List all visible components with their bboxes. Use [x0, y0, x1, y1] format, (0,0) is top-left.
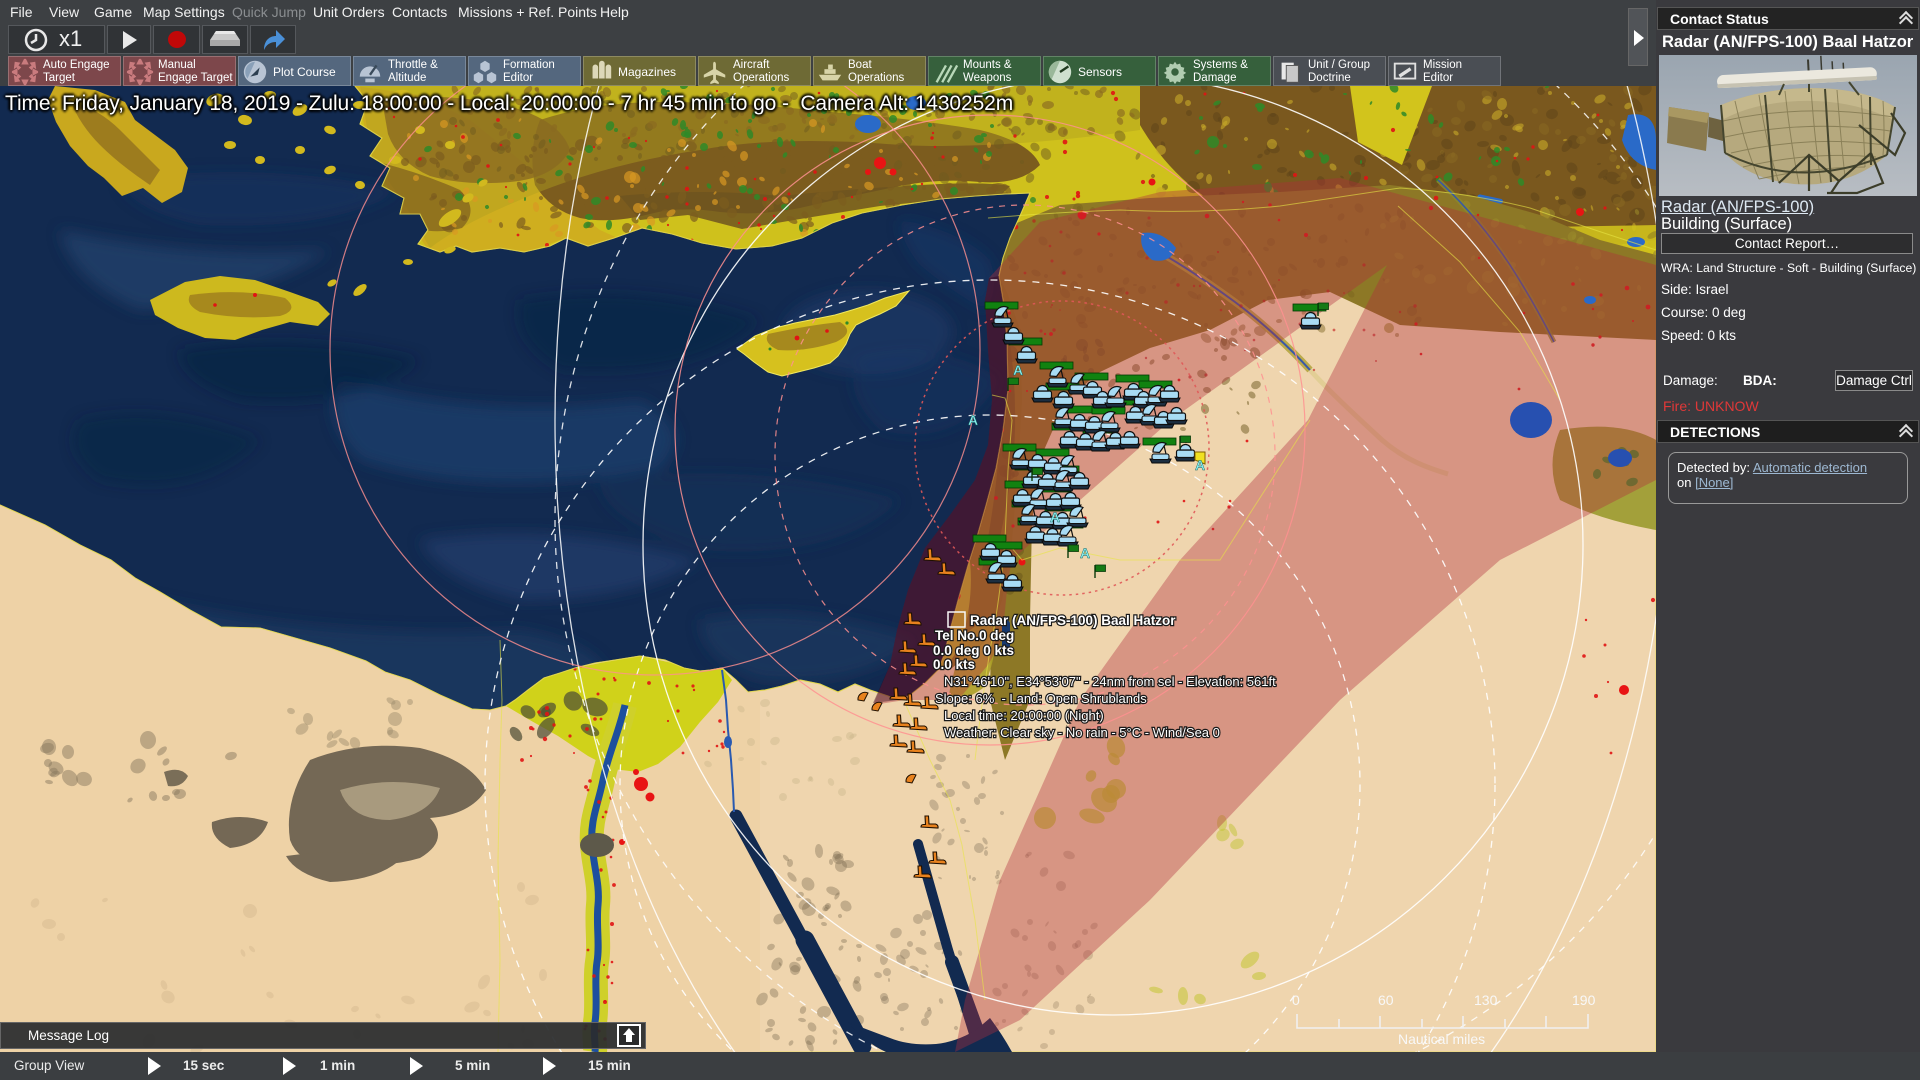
- svg-text:0: 0: [1292, 992, 1300, 1008]
- svg-text:A: A: [1013, 362, 1023, 378]
- svg-text:130: 130: [1474, 992, 1498, 1008]
- svg-text:A: A: [1195, 457, 1205, 473]
- svg-text:Radar (AN/FPS-100) Baal Hatzor: Radar (AN/FPS-100) Baal Hatzor: [970, 613, 1176, 628]
- svg-text:Slope: 6% - Land: Open Shrubl: Slope: 6% - Land: Open Shrublands: [935, 691, 1147, 706]
- svg-text:N31°46'10", E34°53'07" - 24nm: N31°46'10", E34°53'07" - 24nm from sel -…: [944, 674, 1276, 689]
- svg-text:A: A: [1050, 509, 1060, 525]
- svg-text:60: 60: [1378, 992, 1394, 1008]
- svg-text:Tel No.0 deg: Tel No.0 deg: [935, 628, 1014, 643]
- svg-text:190: 190: [1572, 992, 1596, 1008]
- svg-text:0.0 deg 0 kts: 0.0 deg 0 kts: [933, 643, 1014, 658]
- svg-text:Local time: 20:00:00 (Night): Local time: 20:00:00 (Night): [944, 708, 1104, 723]
- svg-text:A: A: [968, 412, 978, 428]
- svg-text:Nautical miles: Nautical miles: [1398, 1031, 1485, 1047]
- svg-text:Weather: Clear sky - No rain -: Weather: Clear sky - No rain - 5°C - Win…: [944, 725, 1220, 740]
- svg-text:0.0 kts: 0.0 kts: [933, 657, 975, 672]
- svg-text:A: A: [1080, 545, 1090, 561]
